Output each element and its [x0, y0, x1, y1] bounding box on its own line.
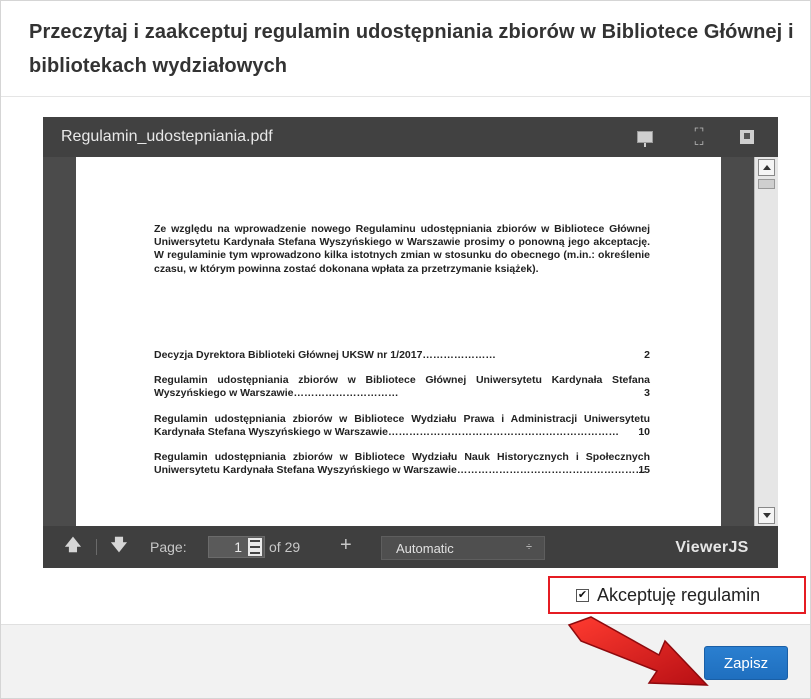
dialog-footer: Zapisz	[1, 624, 810, 698]
vertical-scrollbar[interactable]	[754, 157, 778, 526]
toc-entry: Regulamin udostępniania zbiorów w Biblio…	[154, 374, 650, 400]
toc-entry-page: 10	[638, 425, 650, 438]
pdf-page: Ze względu na wprowadzenie nowego Regula…	[76, 157, 721, 526]
page-stepper-icon[interactable]	[248, 538, 262, 556]
select-arrow-icon: ÷	[525, 541, 532, 553]
dialog-title: Przeczytaj i zaakceptuj regulamin udostę…	[29, 21, 794, 77]
page-area[interactable]: Ze względu na wprowadzenie nowego Regula…	[43, 157, 778, 526]
save-button[interactable]: Zapisz	[704, 646, 788, 680]
viewer-toolbar: 🡅 🡇 Page: of 29 + Automatic ÷ ViewerJS	[43, 526, 778, 568]
toolbar-divider	[96, 539, 97, 555]
toc-entry: Regulamin udostępniania zbiorów w Biblio…	[154, 413, 650, 439]
toc-entry-dots: ………………………………………………	[456, 464, 646, 477]
toc-entry-text: Regulamin udostępniania zbiorów w Biblio…	[154, 374, 650, 400]
arrow-down-icon[interactable]: 🡇	[109, 537, 129, 557]
toc-entry: Regulamin udostępniania zbiorów w Biblio…	[154, 451, 650, 477]
document-name: Regulamin_udostepniania.pdf	[61, 128, 273, 145]
viewerjs-logo[interactable]: ViewerJS	[657, 536, 767, 560]
toc-entry-dots: …………………………	[293, 387, 399, 400]
toc-entry-page: 15	[638, 464, 650, 477]
scroll-up-arrow-icon[interactable]	[758, 159, 775, 176]
fullscreen-icon[interactable]: ⌜⌝ ⌞⌟	[689, 127, 709, 147]
toc-entry-dots: …………………………………………………………	[388, 425, 620, 438]
toc-entry-page: 3	[644, 387, 650, 400]
intro-paragraph: Ze względu na wprowadzenie nowego Regula…	[154, 223, 650, 275]
dialog: Przeczytaj i zaakceptuj regulamin udostę…	[0, 0, 811, 699]
scroll-thumb[interactable]	[758, 179, 775, 189]
zoom-select[interactable]: Automatic ÷	[381, 536, 545, 560]
toc-entry: Decyzja Dyrektora Biblioteki Głównej UKS…	[154, 349, 650, 362]
download-icon[interactable]	[737, 127, 757, 147]
scroll-down-arrow-icon[interactable]	[758, 507, 775, 524]
viewer-titlebar: Regulamin_udostepniania.pdf ⌜⌝ ⌞⌟	[43, 117, 778, 157]
accept-label[interactable]: Akceptuję regulamin	[597, 585, 760, 606]
accept-terms-checkbox-area[interactable]: ✔ Akceptuję regulamin	[548, 576, 806, 614]
zoom-in-button[interactable]: +	[340, 534, 352, 557]
page-count: of 29	[269, 539, 301, 555]
table-of-contents: Decyzja Dyrektora Biblioteki Głównej UKS…	[154, 349, 650, 489]
dialog-header: Przeczytaj i zaakceptuj regulamin udostę…	[1, 1, 810, 97]
toc-entry-text: Decyzja Dyrektora Biblioteki Głównej UKS…	[154, 349, 423, 361]
toc-entry-dots: …………………	[422, 349, 496, 361]
presentation-icon[interactable]	[635, 127, 655, 147]
accept-checkbox[interactable]: ✔	[576, 588, 589, 602]
toc-entry-page: 2	[644, 349, 650, 361]
page-label: Page:	[150, 539, 187, 555]
zoom-select-value: Automatic	[396, 541, 454, 556]
arrow-up-icon[interactable]: 🡅	[63, 537, 83, 557]
pdf-viewer: Regulamin_udostepniania.pdf ⌜⌝ ⌞⌟ Ze wzgl…	[43, 117, 778, 568]
